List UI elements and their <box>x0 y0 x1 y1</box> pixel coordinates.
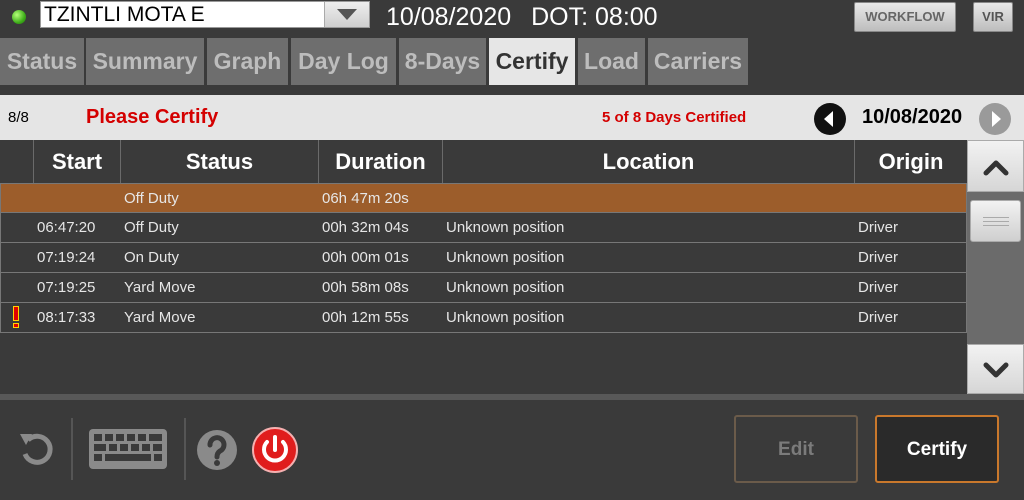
tab-load[interactable]: Load <box>578 38 645 85</box>
column-location: Location <box>443 140 855 183</box>
workflow-button[interactable]: WORKFLOW <box>854 2 956 32</box>
cell-status: Off Duty <box>124 190 179 207</box>
next-day-icon[interactable] <box>979 103 1011 135</box>
cell-origin: Driver <box>858 219 898 236</box>
certify-title: Please Certify <box>86 106 219 128</box>
scroll-up-icon[interactable] <box>967 140 1024 192</box>
cell-status: Yard Move <box>124 279 196 296</box>
cell-duration: 00h 32m 04s <box>322 219 409 236</box>
table-header: Start Status Duration Location Origin <box>0 140 967 183</box>
dot-time: DOT: 08:00 <box>531 3 658 31</box>
tab-status[interactable]: Status <box>0 38 84 85</box>
scroll-thumb[interactable] <box>970 200 1021 242</box>
column-status: Status <box>121 140 319 183</box>
cell-start: 06:47:20 <box>37 219 96 236</box>
tab-bar: Status Summary Graph Day Log 8-Days Cert… <box>0 38 1024 85</box>
cell-start: 08:17:33 <box>37 309 96 326</box>
tab-carriers[interactable]: Carriers <box>648 38 748 85</box>
edit-button[interactable]: Edit <box>734 415 858 483</box>
cell-location: Unknown position <box>446 309 565 326</box>
refresh-icon[interactable] <box>16 428 58 475</box>
tab-day-log[interactable]: Day Log <box>291 38 396 85</box>
column-start: Start <box>34 140 121 183</box>
table-row[interactable]: 08:17:33 Yard Move 00h 12m 55s Unknown p… <box>0 303 967 333</box>
table-row[interactable]: 06:47:20 Off Duty 00h 32m 04s Unknown po… <box>0 213 967 243</box>
cell-duration: 00h 12m 55s <box>322 309 409 326</box>
current-date: 10/08/2020 <box>386 3 512 31</box>
prev-day-icon[interactable] <box>814 103 846 135</box>
warning-icon <box>11 306 21 328</box>
column-origin: Origin <box>878 149 944 174</box>
driver-name: TZINTLI MOTA E <box>44 3 205 26</box>
table-row[interactable]: 07:19:25 Yard Move 00h 58m 08s Unknown p… <box>0 273 967 303</box>
cell-location: Unknown position <box>446 219 565 236</box>
certify-date: 10/08/2020 <box>862 106 963 128</box>
tab-graph[interactable]: Graph <box>207 38 288 85</box>
cell-status: Off Duty <box>124 219 179 236</box>
cell-location: Unknown position <box>446 249 565 266</box>
vir-button[interactable]: VIR <box>973 2 1013 32</box>
top-bar: TZINTLI MOTA E 10/08/2020 DOT: 08:00 WORK… <box>0 0 1024 36</box>
certified-count: 5 of 8 Days Certified <box>602 109 747 126</box>
dropdown-arrow-icon[interactable] <box>324 2 369 27</box>
cell-origin: Driver <box>858 309 898 326</box>
help-icon[interactable] <box>196 429 238 476</box>
tab-certify[interactable]: Certify <box>489 38 575 85</box>
cell-duration: 00h 00m 01s <box>322 249 409 266</box>
status-dot-icon <box>12 10 26 24</box>
cell-origin: Driver <box>858 279 898 296</box>
cell-status: Yard Move <box>124 309 196 326</box>
power-icon[interactable] <box>252 427 298 478</box>
table-row[interactable]: 07:19:24 On Duty 00h 00m 01s Unknown pos… <box>0 243 967 273</box>
certify-button[interactable]: Certify <box>875 415 999 483</box>
tab-8-days[interactable]: 8-Days <box>399 38 486 85</box>
tab-summary[interactable]: Summary <box>86 38 204 85</box>
scroll-down-icon[interactable] <box>967 344 1024 394</box>
table-row[interactable]: Off Duty 06h 47m 20s <box>0 183 967 213</box>
cell-start: 07:19:24 <box>37 249 96 266</box>
cell-duration: 06h 47m 20s <box>322 190 409 207</box>
cell-origin: Driver <box>858 249 898 266</box>
page-indicator: 8/8 <box>8 109 29 126</box>
separator <box>71 418 73 480</box>
cell-start: 07:19:25 <box>37 279 96 296</box>
driver-select[interactable]: TZINTLI MOTA E <box>40 1 370 28</box>
cell-location: Unknown position <box>446 279 565 296</box>
date-dot-display: 10/08/2020 DOT: 08:00 <box>386 0 658 34</box>
separator <box>184 418 186 480</box>
keyboard-icon[interactable] <box>88 428 168 475</box>
cell-duration: 00h 58m 08s <box>322 279 409 296</box>
column-icon <box>0 140 34 183</box>
cell-status: On Duty <box>124 249 180 266</box>
column-duration: Duration <box>319 140 443 183</box>
